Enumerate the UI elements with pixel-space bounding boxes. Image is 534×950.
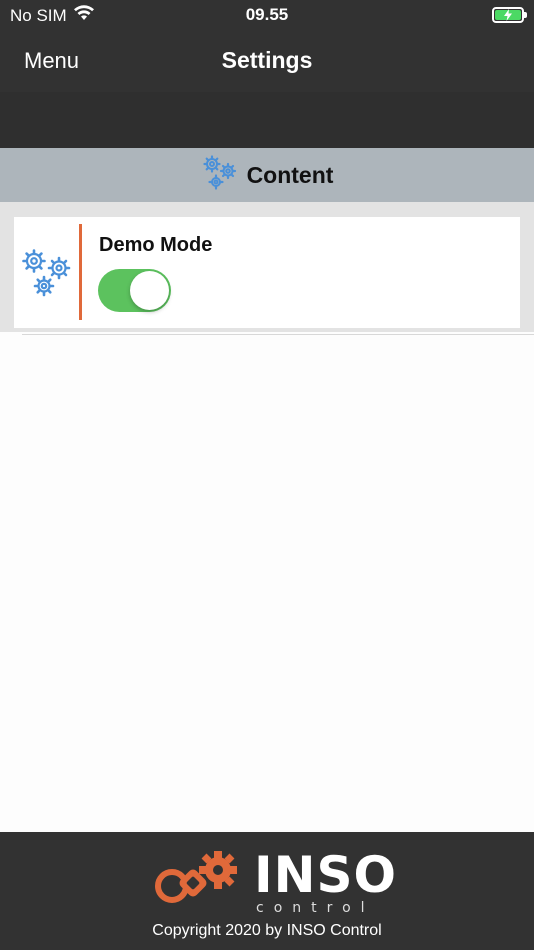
settings-list: Demo Mode (0, 202, 534, 332)
demo-mode-toggle[interactable] (98, 269, 171, 312)
sub-toolbar (0, 92, 534, 148)
gears-icon (20, 247, 72, 302)
status-bar: No SIM 09.55 (0, 0, 534, 30)
section-title: Content (246, 161, 334, 188)
chain-gear-icon (150, 850, 242, 913)
list-separator (22, 334, 534, 335)
status-time: 09.55 (245, 5, 289, 24)
logo-subtext: control (256, 900, 375, 916)
gears-icon (201, 154, 239, 197)
demo-mode-label: Demo Mode (99, 234, 213, 256)
nav-bar: Menu Settings (0, 30, 534, 122)
list-item-demo-mode: Demo Mode (14, 217, 520, 328)
copyright-text: Copyright 2020 by INSO Control (152, 922, 382, 939)
section-header: Content (0, 148, 534, 202)
page-title: Settings (221, 47, 313, 73)
logo-text: INSO (254, 846, 397, 904)
accent-divider (79, 224, 82, 320)
inso-control-logo: INSO control (150, 846, 396, 916)
footer: INSO control Copyright 2020 by INSO Cont… (0, 832, 534, 950)
battery-charging-icon (492, 7, 527, 23)
toggle-knob (130, 271, 169, 310)
